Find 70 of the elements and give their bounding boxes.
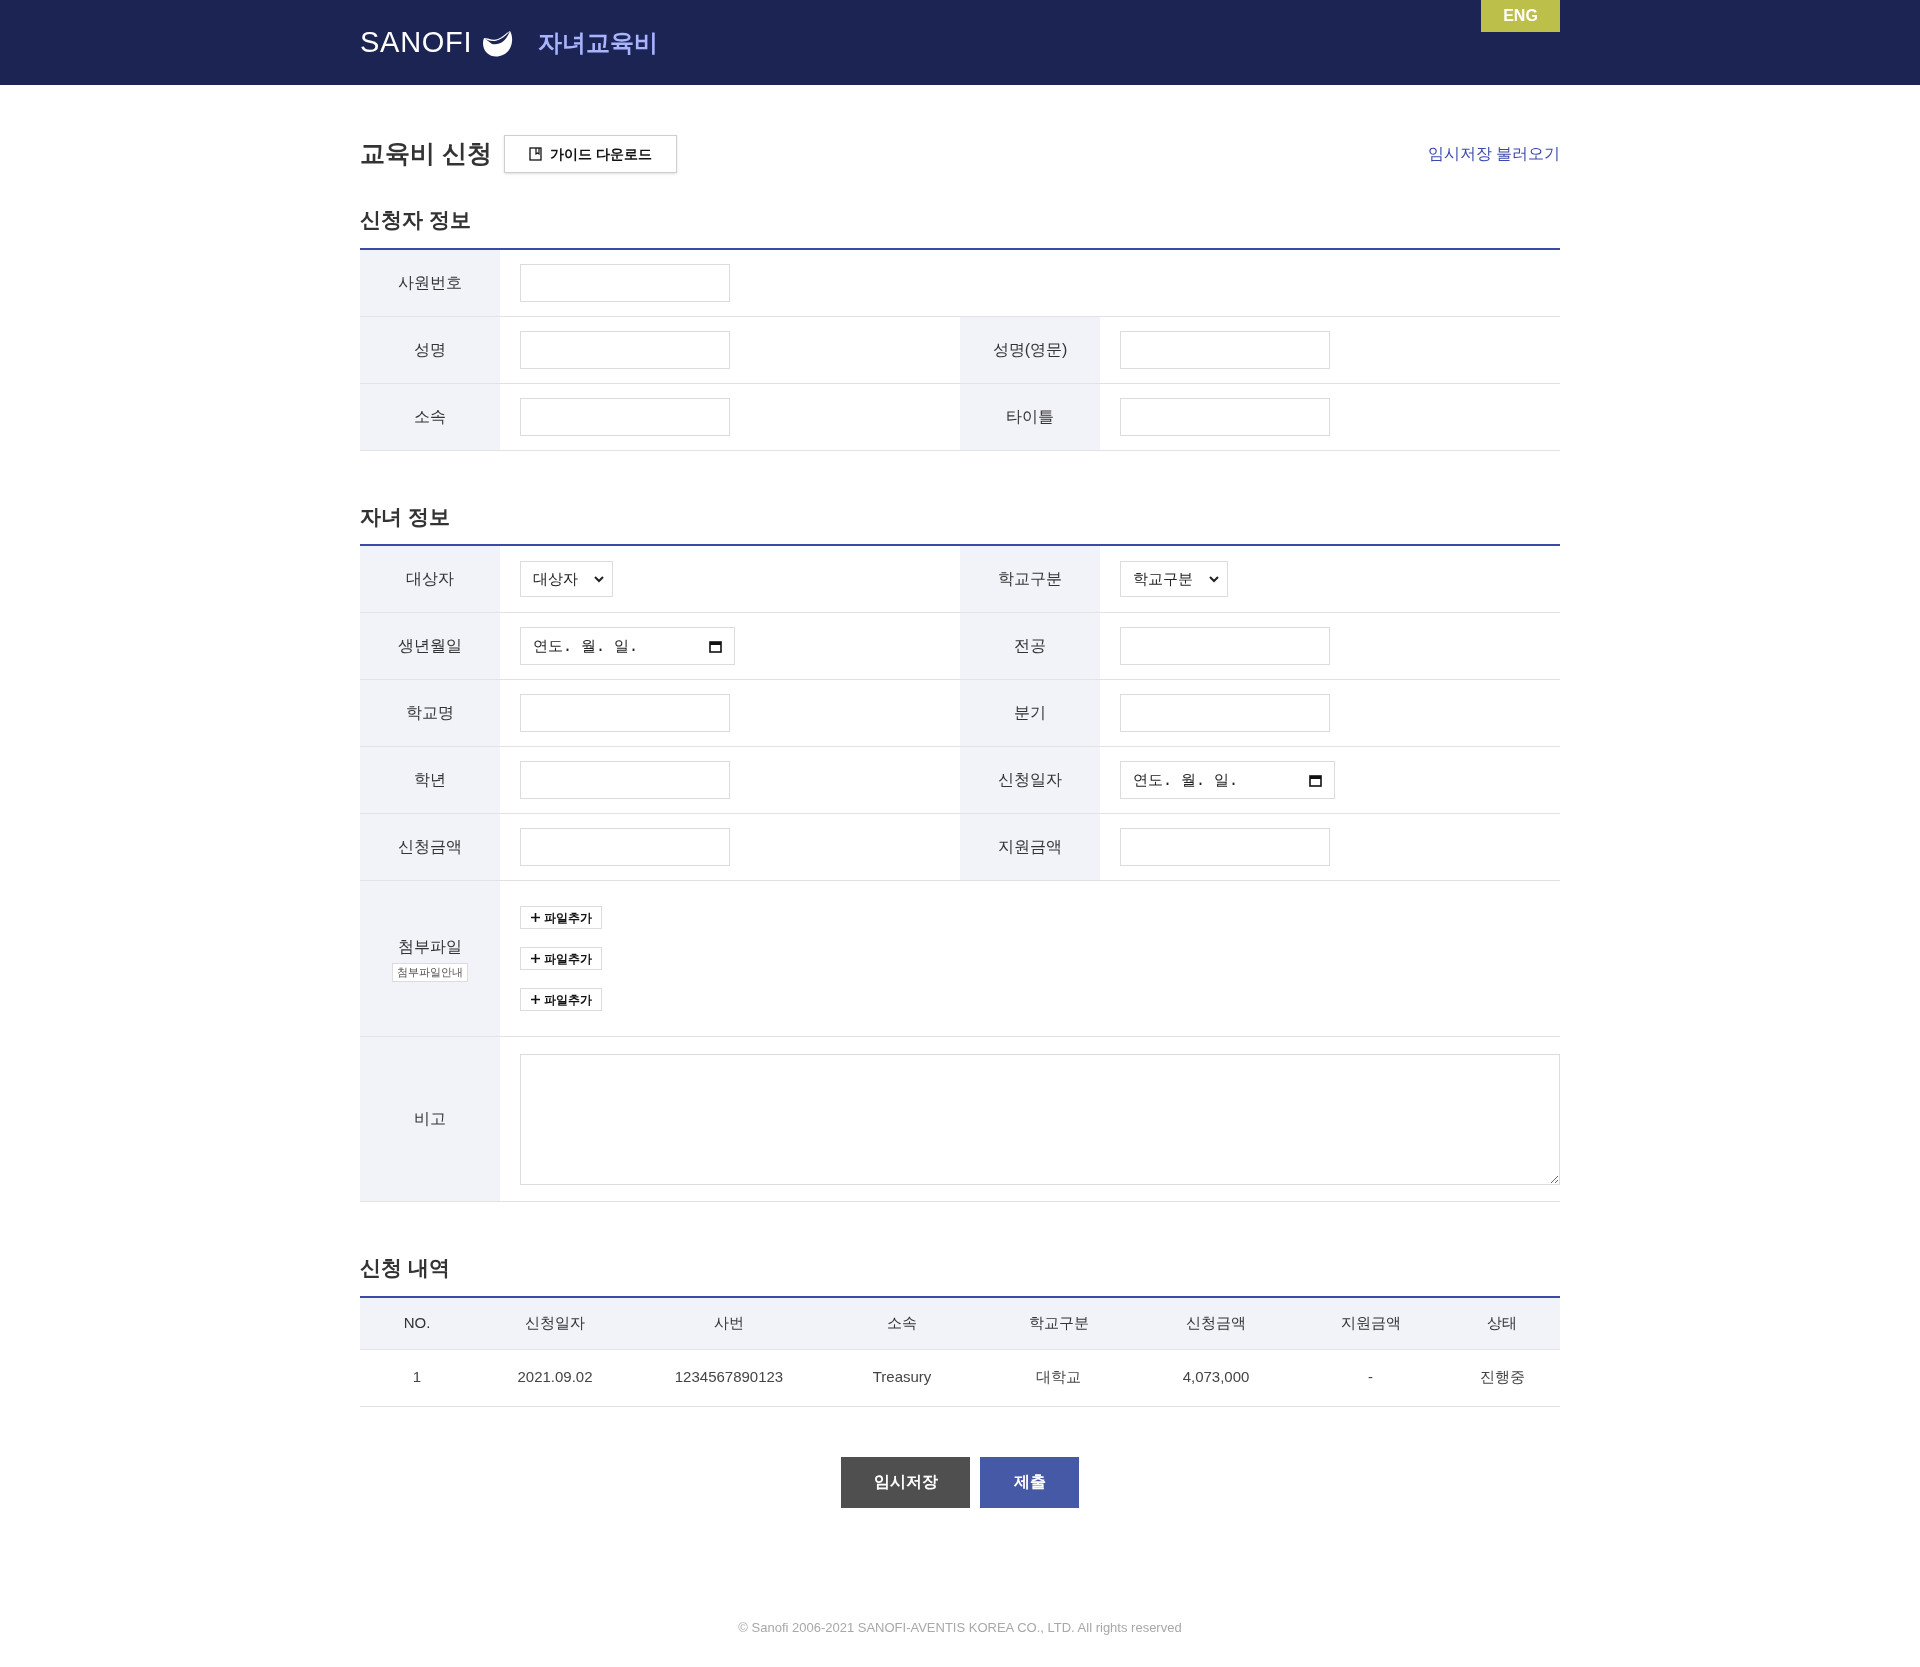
column-header: 신청금액 xyxy=(1186,1312,1246,1333)
field-label: 첨부파일 xyxy=(398,937,462,958)
text-field[interactable] xyxy=(520,761,730,799)
column-header: NO. xyxy=(403,1312,431,1333)
page-title: 교육비 신청 xyxy=(360,138,492,170)
document-icon xyxy=(528,147,542,161)
text-field[interactable] xyxy=(520,397,730,436)
chevron-down-icon xyxy=(594,575,604,583)
column-header: 학교구분 xyxy=(1028,1312,1089,1333)
attachment-guide-button[interactable]: 첨부파일안내 xyxy=(392,963,468,982)
select-field[interactable]: 대상자 xyxy=(520,561,613,597)
field-label: 성명 xyxy=(414,339,446,360)
field-label: 전공 xyxy=(1014,636,1046,656)
save-draft-button[interactable]: 임시저장 xyxy=(841,1456,970,1508)
column-header: 신청일자 xyxy=(525,1312,585,1333)
app-title: 자녀교육비 xyxy=(538,27,659,58)
table-cell-text: Treasury xyxy=(872,1367,932,1388)
table-cell-text: 1 xyxy=(412,1367,422,1388)
text-field[interactable] xyxy=(520,330,730,369)
field-label: 분기 xyxy=(1014,703,1046,723)
table-cell-text: 1234567890123 xyxy=(674,1367,784,1388)
field-label: 타이틀 xyxy=(1006,406,1054,427)
section-title: 신청자 정보 xyxy=(360,204,1560,250)
logo-text: SANOFI xyxy=(360,24,473,60)
plus-icon xyxy=(530,913,540,922)
plus-icon xyxy=(530,995,540,1004)
date-field[interactable]: 연도. 월. 일. xyxy=(520,627,735,665)
remarks-textarea[interactable] xyxy=(520,1053,1560,1185)
text-field[interactable] xyxy=(520,263,730,302)
field-label: 대상자 xyxy=(406,569,454,589)
field-label: 학교명 xyxy=(406,703,454,723)
text-field[interactable] xyxy=(1120,627,1330,665)
text-field[interactable] xyxy=(520,828,730,866)
text-field[interactable] xyxy=(520,694,730,732)
calendar-icon xyxy=(1309,773,1322,787)
plus-icon xyxy=(530,954,540,963)
column-header: 지원금액 xyxy=(1340,1312,1401,1333)
table-cell-text: 2021.09.02 xyxy=(517,1367,593,1388)
column-header: 상태 xyxy=(1487,1312,1517,1333)
load-draft-link[interactable]: 임시저장 불러오기 xyxy=(1427,142,1560,166)
submit-button[interactable]: 제출 xyxy=(980,1456,1079,1508)
date-field[interactable]: 연도. 월. 일. xyxy=(1120,761,1335,799)
field-label: 비고 xyxy=(414,1109,446,1129)
text-field[interactable] xyxy=(1120,828,1330,866)
add-file-button[interactable]: 파일추가 xyxy=(520,947,602,970)
select-field[interactable]: 학교구분 xyxy=(1120,561,1228,597)
field-label: 성명(영문) xyxy=(992,339,1068,360)
copyright-text: © Sanofi 2006-2021 SANOFI-AVENTIS KOREA CO., LTD. All rights reserved xyxy=(738,1618,1182,1637)
text-field[interactable] xyxy=(1120,694,1330,732)
text-field[interactable] xyxy=(1120,397,1330,436)
field-label: 생년월일 xyxy=(398,636,462,656)
calendar-icon xyxy=(709,639,722,653)
table-cell-text: 진행중 xyxy=(1479,1367,1525,1388)
column-header: 사번 xyxy=(714,1312,744,1333)
field-label: 소속 xyxy=(414,406,446,427)
table-cell-text: - xyxy=(1368,1367,1373,1388)
field-label: 신청금액 xyxy=(398,837,462,857)
table-cell-text: 대학교 xyxy=(1036,1367,1081,1388)
guide-download-button[interactable]: 가이드 다운로드 xyxy=(503,135,677,173)
field-label: 학년 xyxy=(414,770,446,790)
add-file-button[interactable]: 파일추가 xyxy=(520,988,602,1011)
field-label: 신청일자 xyxy=(998,770,1062,790)
field-label: 사원번호 xyxy=(398,272,462,293)
field-label: 지원금액 xyxy=(998,837,1062,857)
table-cell-text: 4,073,000 xyxy=(1182,1367,1250,1388)
add-file-button[interactable]: 파일추가 xyxy=(520,906,602,929)
chevron-down-icon xyxy=(1209,575,1219,583)
field-label: 학교구분 xyxy=(998,569,1062,589)
text-field[interactable] xyxy=(1120,330,1330,369)
column-header: 소속 xyxy=(887,1312,917,1333)
